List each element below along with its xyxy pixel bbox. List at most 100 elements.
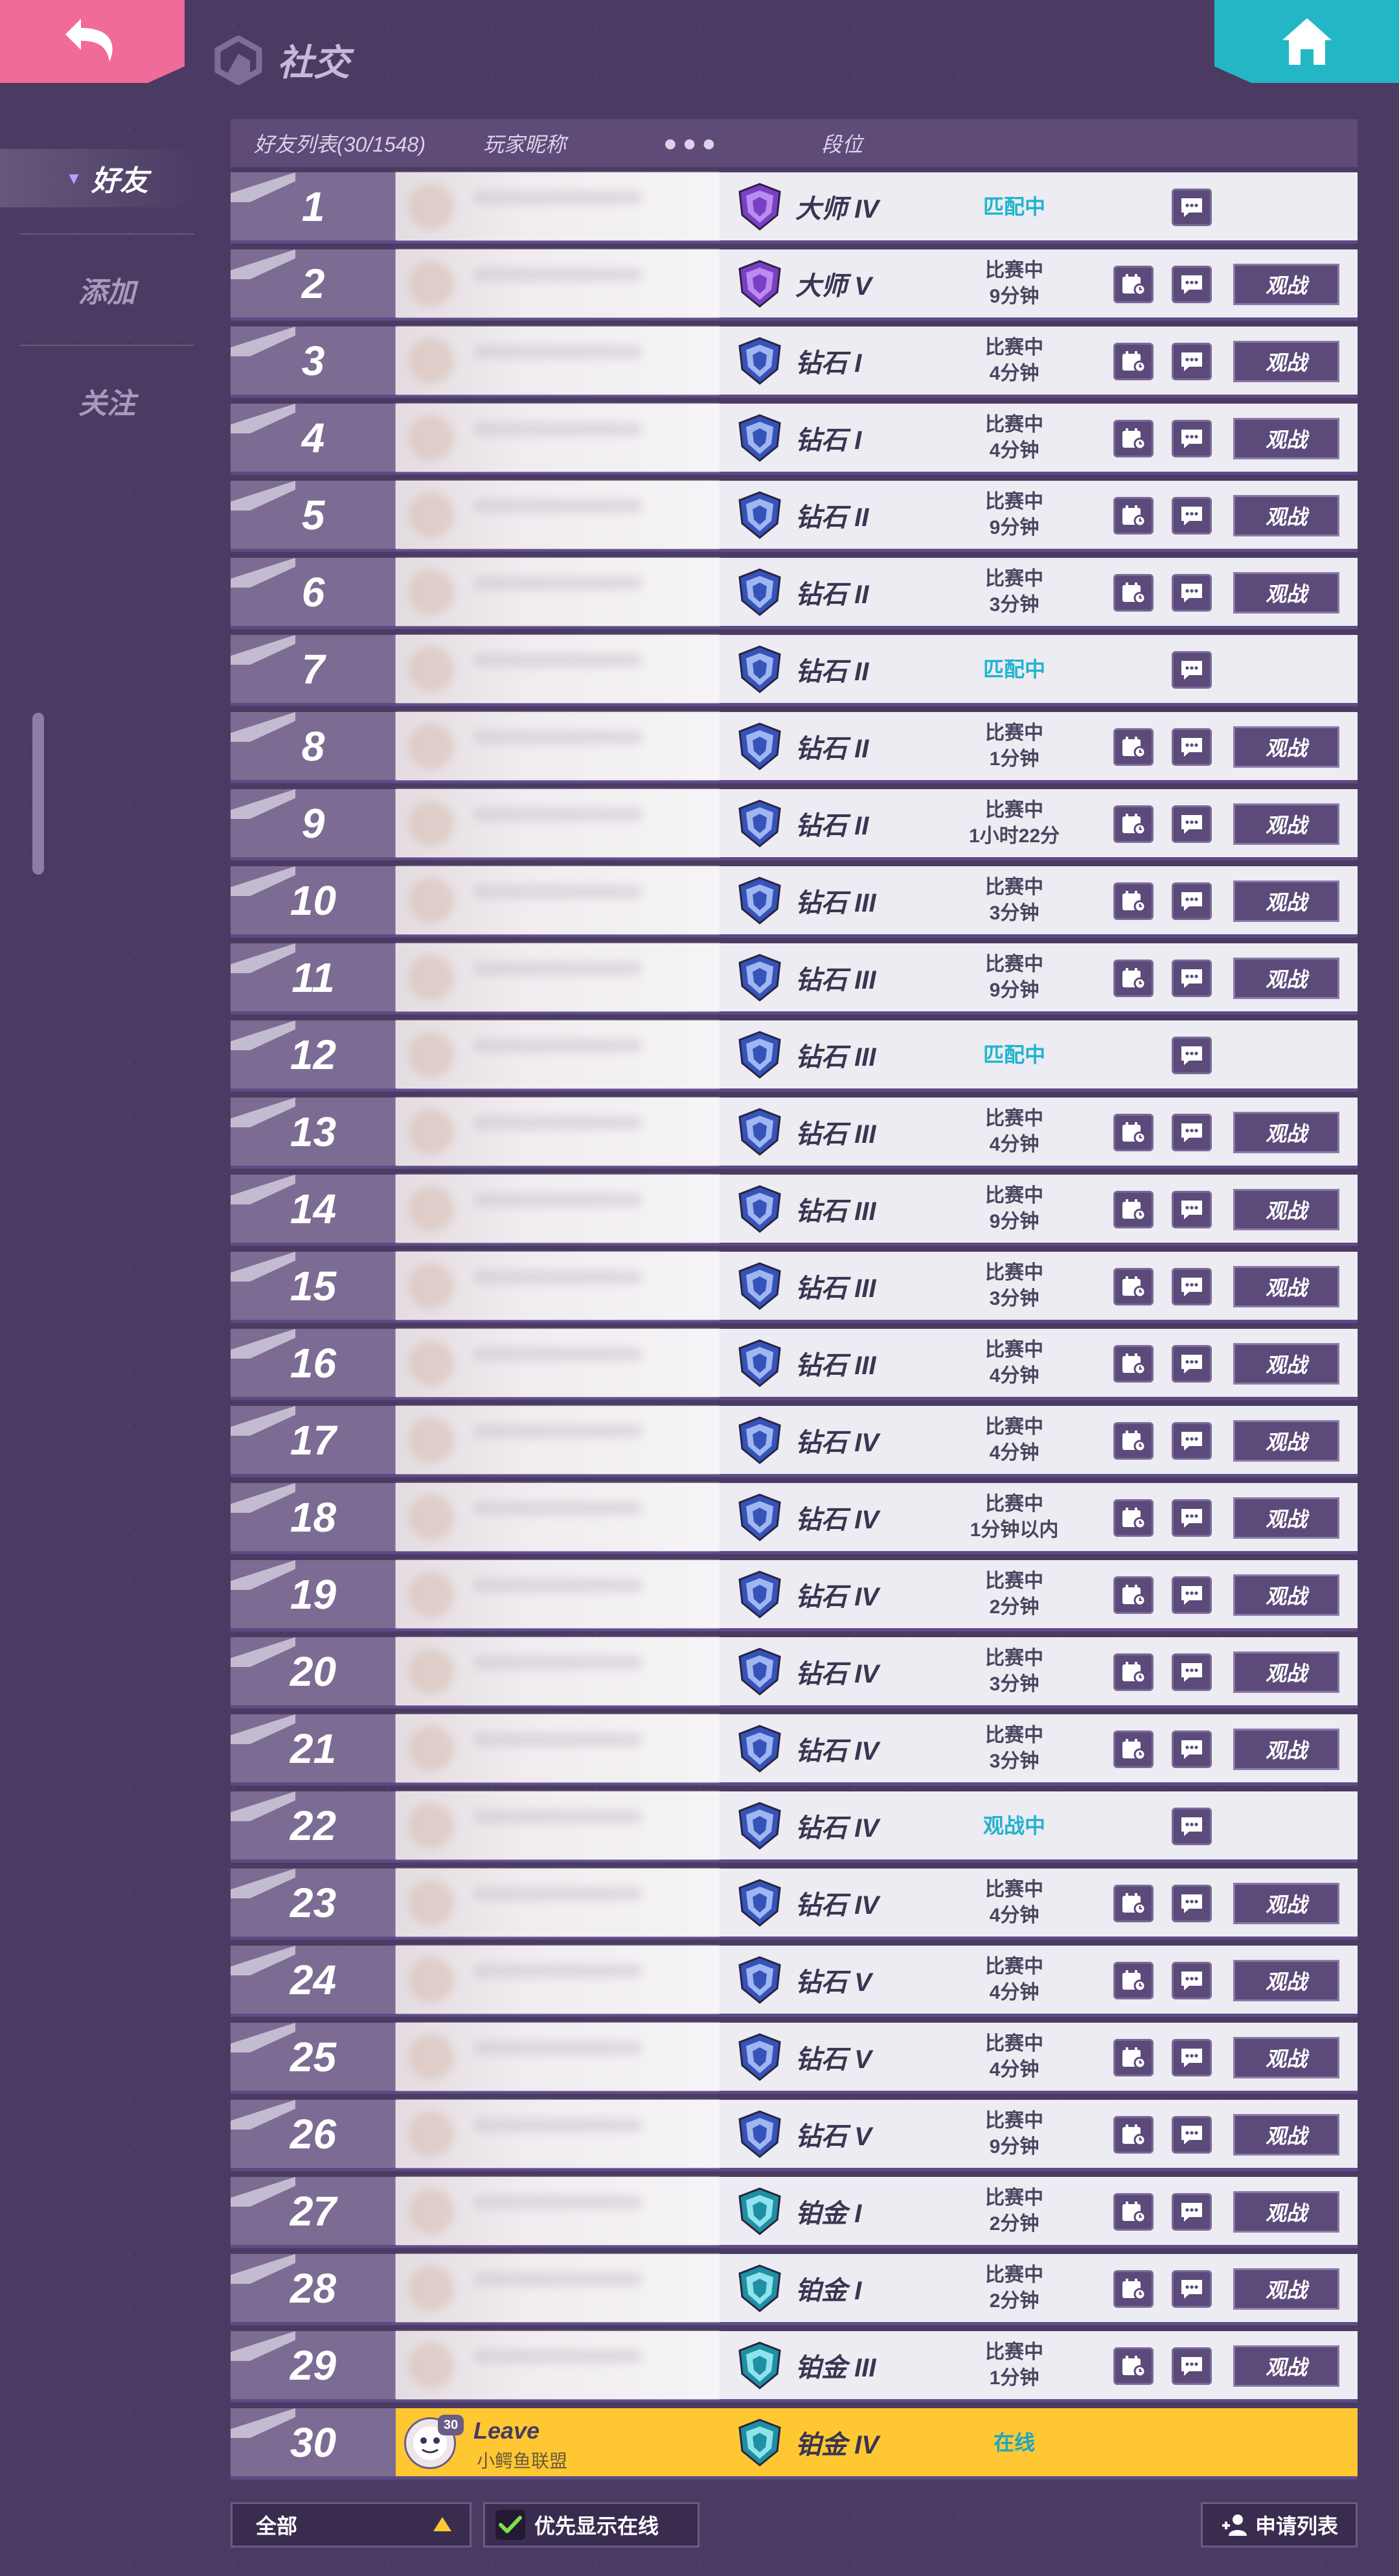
friend-row[interactable]: 1 大师 IV 匹配中 (231, 172, 1358, 244)
chat-button[interactable] (1172, 2116, 1212, 2154)
chat-button[interactable] (1172, 574, 1212, 612)
friend-row[interactable]: 24 钻石 V 比赛中 4分钟 观战 (231, 1946, 1358, 2017)
chat-button[interactable] (1172, 882, 1212, 920)
friend-row[interactable]: 2 大师 V 比赛中 9分钟 观战 (231, 249, 1358, 321)
friend-row[interactable]: 6 钻石 II 比赛中 3分钟 观战 (231, 558, 1358, 629)
chat-button[interactable] (1172, 651, 1212, 689)
chat-button[interactable] (1172, 1653, 1212, 1691)
chat-button[interactable] (1172, 1422, 1212, 1460)
chat-button[interactable] (1172, 1885, 1212, 1922)
sidebar-item-follow[interactable]: 关注 (0, 346, 214, 456)
invite-schedule-button[interactable] (1113, 343, 1154, 380)
spectate-button[interactable]: 观战 (1233, 2114, 1339, 2156)
spectate-button[interactable]: 观战 (1233, 1574, 1339, 1616)
spectate-button[interactable]: 观战 (1233, 2268, 1339, 2310)
friend-row[interactable]: 11 钻石 III 比赛中 9分钟 观战 (231, 943, 1358, 1015)
spectate-button[interactable]: 观战 (1233, 958, 1339, 999)
spectate-button[interactable]: 观战 (1233, 1651, 1339, 1693)
invite-schedule-button[interactable] (1113, 1885, 1154, 1922)
spectate-button[interactable]: 观战 (1233, 572, 1339, 614)
friend-row[interactable]: 13 钻石 III 比赛中 4分钟 观战 (231, 1098, 1358, 1169)
spectate-button[interactable]: 观战 (1233, 2345, 1339, 2387)
spectate-button[interactable]: 观战 (1233, 418, 1339, 459)
scrollbar-thumb[interactable] (32, 713, 44, 875)
chat-button[interactable] (1172, 1191, 1212, 1228)
invite-schedule-button[interactable] (1113, 1576, 1154, 1614)
invite-schedule-button[interactable] (1113, 1114, 1154, 1151)
self-row[interactable]: 30 30 Leave 小鳄鱼联盟 铂金 IV 在线 (231, 2408, 1358, 2479)
friend-row[interactable]: 25 钻石 V 比赛中 4分钟 观战 (231, 2023, 1358, 2094)
chat-button[interactable] (1172, 1037, 1212, 1074)
friend-row[interactable]: 27 铂金 I 比赛中 2分钟 观战 (231, 2177, 1358, 2248)
more-dots-icon[interactable]: ●●● (663, 130, 721, 157)
friend-row[interactable]: 28 铂金 I 比赛中 2分钟 观战 (231, 2254, 1358, 2325)
chat-button[interactable] (1172, 805, 1212, 843)
friend-row[interactable]: 16 钻石 III 比赛中 4分钟 观战 (231, 1329, 1358, 1400)
spectate-button[interactable]: 观战 (1233, 1883, 1339, 1924)
checkbox[interactable] (495, 2510, 525, 2540)
chat-button[interactable] (1172, 1731, 1212, 1768)
spectate-button[interactable]: 观战 (1233, 1960, 1339, 2001)
chat-button[interactable] (1172, 2039, 1212, 2076)
chat-button[interactable] (1172, 1962, 1212, 1999)
chat-button[interactable] (1172, 960, 1212, 997)
spectate-button[interactable]: 观战 (1233, 2191, 1339, 2233)
invite-schedule-button[interactable] (1113, 266, 1154, 303)
friend-row[interactable]: 23 钻石 IV 比赛中 4分钟 观战 (231, 1869, 1358, 1940)
invite-schedule-button[interactable] (1113, 805, 1154, 843)
invite-schedule-button[interactable] (1113, 1268, 1154, 1305)
invite-schedule-button[interactable] (1113, 1962, 1154, 1999)
friend-row[interactable]: 26 钻石 V 比赛中 9分钟 观战 (231, 2100, 1358, 2171)
invite-schedule-button[interactable] (1113, 420, 1154, 457)
sidebar-item-add[interactable]: 添加 (0, 235, 214, 345)
friend-row[interactable]: 10 钻石 III 比赛中 3分钟 观战 (231, 866, 1358, 937)
friend-row[interactable]: 4 钻石 I 比赛中 4分钟 观战 (231, 404, 1358, 475)
chat-button[interactable] (1172, 2270, 1212, 2308)
invite-schedule-button[interactable] (1113, 2039, 1154, 2076)
spectate-button[interactable]: 观战 (1233, 495, 1339, 536)
invite-schedule-button[interactable] (1113, 2270, 1154, 2308)
chat-button[interactable] (1172, 497, 1212, 535)
friend-row[interactable]: 14 钻石 III 比赛中 9分钟 观战 (231, 1175, 1358, 1246)
invite-schedule-button[interactable] (1113, 1731, 1154, 1768)
spectate-button[interactable]: 观战 (1233, 1729, 1339, 1770)
spectate-button[interactable]: 观战 (1233, 341, 1339, 382)
friend-row[interactable]: 22 钻石 IV 观战中 (231, 1791, 1358, 1863)
home-button[interactable] (1214, 0, 1399, 83)
spectate-button[interactable]: 观战 (1233, 880, 1339, 922)
friend-row[interactable]: 20 钻石 IV 比赛中 3分钟 观战 (231, 1637, 1358, 1708)
friend-row[interactable]: 8 钻石 II 比赛中 1分钟 观战 (231, 712, 1358, 783)
spectate-button[interactable]: 观战 (1233, 1189, 1339, 1230)
invite-schedule-button[interactable] (1113, 960, 1154, 997)
spectate-button[interactable]: 观战 (1233, 1112, 1339, 1153)
invite-schedule-button[interactable] (1113, 1345, 1154, 1383)
friend-row[interactable]: 15 钻石 III 比赛中 3分钟 观战 (231, 1252, 1358, 1323)
friend-row[interactable]: 9 钻石 II 比赛中 1小时22分 观战 (231, 789, 1358, 860)
sidebar-item-friends[interactable]: ▼ 好友 (0, 123, 214, 233)
invite-schedule-button[interactable] (1113, 2193, 1154, 2231)
friend-row[interactable]: 5 钻石 II 比赛中 9分钟 观战 (231, 481, 1358, 552)
apply-list-button[interactable]: 申请列表 (1201, 2502, 1358, 2547)
back-button[interactable] (0, 0, 185, 83)
chat-button[interactable] (1172, 728, 1212, 766)
spectate-button[interactable]: 观战 (1233, 2037, 1339, 2078)
invite-schedule-button[interactable] (1113, 574, 1154, 612)
spectate-button[interactable]: 观战 (1233, 1343, 1339, 1385)
online-first-toggle[interactable]: 优先显示在线 (483, 2502, 700, 2547)
spectate-button[interactable]: 观战 (1233, 1420, 1339, 1462)
chat-button[interactable] (1172, 189, 1212, 226)
invite-schedule-button[interactable] (1113, 1191, 1154, 1228)
chat-button[interactable] (1172, 1345, 1212, 1383)
invite-schedule-button[interactable] (1113, 2347, 1154, 2385)
friend-row[interactable]: 18 钻石 IV 比赛中 1分钟以内 观战 (231, 1483, 1358, 1554)
friend-row[interactable]: 7 钻石 II 匹配中 (231, 635, 1358, 706)
spectate-button[interactable]: 观战 (1233, 1266, 1339, 1307)
invite-schedule-button[interactable] (1113, 497, 1154, 535)
friend-row[interactable]: 17 钻石 IV 比赛中 4分钟 观战 (231, 1406, 1358, 1477)
friend-row[interactable]: 3 钻石 I 比赛中 4分钟 观战 (231, 327, 1358, 398)
friend-row[interactable]: 19 钻石 IV 比赛中 2分钟 观战 (231, 1560, 1358, 1631)
chat-button[interactable] (1172, 1576, 1212, 1614)
invite-schedule-button[interactable] (1113, 1422, 1154, 1460)
invite-schedule-button[interactable] (1113, 882, 1154, 920)
invite-schedule-button[interactable] (1113, 1653, 1154, 1691)
